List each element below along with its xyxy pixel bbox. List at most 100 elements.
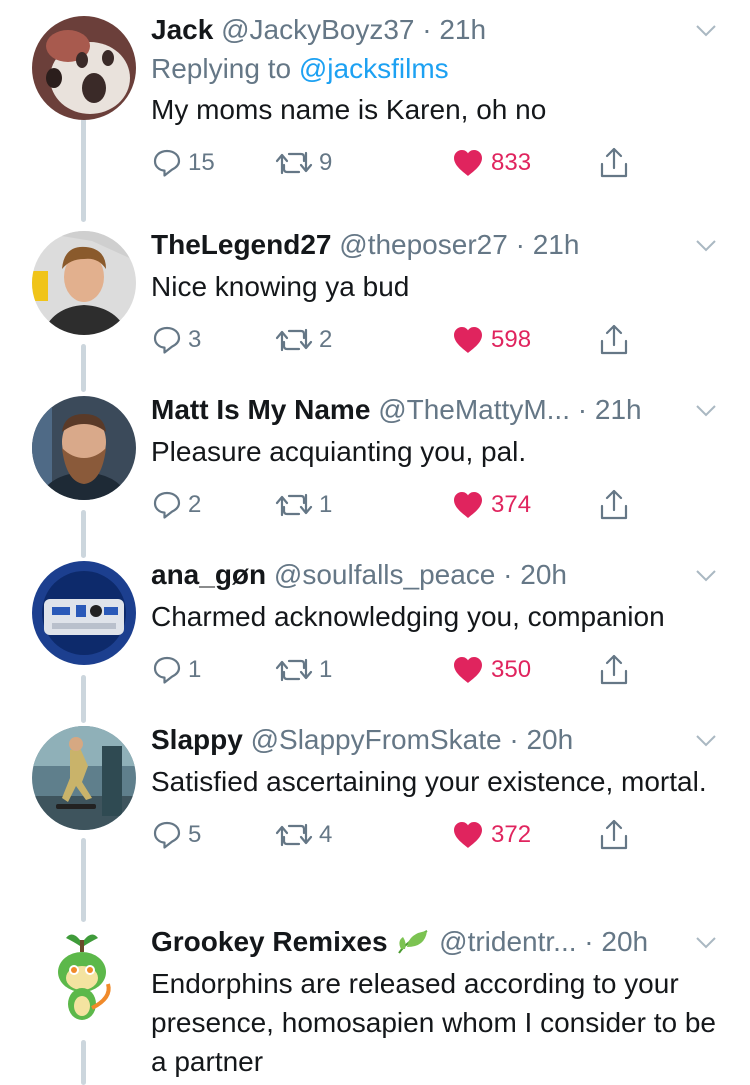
like-count: 374	[491, 491, 532, 518]
avatar[interactable]	[32, 16, 136, 120]
display-name[interactable]: TheLegend27	[151, 229, 331, 260]
retweet-count: 2	[319, 326, 333, 353]
share-icon	[600, 819, 628, 850]
user-handle[interactable]: @SlappyFromSkate	[251, 724, 502, 755]
action-bar: 3 2 598	[151, 320, 720, 360]
avatar[interactable]	[32, 928, 136, 1032]
chevron-down-icon[interactable]	[692, 396, 720, 424]
reply-button[interactable]: 15	[151, 143, 215, 183]
reply-button[interactable]: 3	[151, 320, 201, 360]
young-man-avatar	[32, 231, 136, 335]
user-handle[interactable]: @tridentr...	[439, 926, 576, 957]
like-button[interactable]: 350	[451, 650, 531, 690]
tweet-text: Nice knowing ya bud	[151, 271, 410, 302]
action-bar: 1 1 350	[151, 650, 720, 690]
like-count: 833	[491, 149, 532, 176]
display-name[interactable]: Grookey Remixes	[151, 926, 388, 957]
like-count: 350	[491, 656, 532, 683]
reply-button[interactable]: 2	[151, 485, 201, 525]
chevron-down-icon[interactable]	[692, 231, 720, 259]
tweet-text: Satisfied ascertaining your existence, m…	[151, 766, 707, 797]
display-name[interactable]: Slappy	[151, 724, 243, 755]
retweet-button[interactable]: 1	[274, 650, 332, 690]
display-name[interactable]: Matt Is My Name	[151, 394, 370, 425]
retweet-count: 1	[319, 656, 333, 683]
user-handle[interactable]: @TheMattyM...	[378, 394, 570, 425]
like-button[interactable]: 374	[451, 485, 531, 525]
r2d2-avatar	[32, 561, 136, 665]
share-button[interactable]	[597, 650, 631, 690]
share-button[interactable]	[597, 320, 631, 360]
like-button[interactable]: 372	[451, 815, 531, 855]
skater-avatar	[32, 726, 136, 830]
separator-dot: ·	[422, 14, 432, 45]
separator-dot: ·	[577, 394, 588, 425]
chevron-down-icon[interactable]	[692, 561, 720, 589]
share-icon	[600, 654, 628, 685]
timestamp[interactable]: 20h	[601, 926, 648, 957]
display-name[interactable]: ana_gøn	[151, 559, 266, 590]
reply-icon	[153, 821, 181, 849]
heart-icon	[454, 150, 482, 176]
tweet-text: Pleasure acquianting you, pal.	[151, 436, 527, 467]
chevron-down-icon[interactable]	[692, 726, 720, 754]
retweet-button[interactable]: 2	[274, 320, 332, 360]
reply-icon	[153, 491, 181, 519]
retweet-button[interactable]: 1	[274, 485, 332, 525]
retweet-count: 9	[319, 149, 333, 176]
display-name[interactable]: Jack	[151, 14, 213, 45]
separator-dot: ·	[509, 724, 519, 755]
retweet-count: 1	[319, 491, 333, 518]
retweet-button[interactable]: 9	[274, 143, 332, 183]
user-handle[interactable]: @theposer27	[339, 229, 508, 260]
mention-link[interactable]: @jacksfilms	[299, 53, 449, 84]
thread-line	[81, 344, 86, 392]
tweet-text: Charmed acknowledging you, companion	[151, 601, 665, 632]
share-icon	[600, 147, 628, 178]
user-handle[interactable]: @soulfalls_peace	[274, 559, 495, 590]
reply-count: 15	[188, 149, 215, 176]
chevron-down-icon[interactable]	[692, 928, 720, 956]
reply-icon	[153, 149, 181, 177]
reply-count: 3	[188, 326, 202, 353]
timestamp[interactable]: 21h	[439, 14, 486, 45]
leaf-emoji-icon	[398, 930, 428, 954]
separator-dot: ·	[584, 926, 594, 957]
retweet-icon	[275, 493, 313, 517]
like-count: 598	[491, 326, 532, 353]
avatar[interactable]	[32, 561, 136, 665]
separator-dot: ·	[503, 559, 513, 590]
timestamp[interactable]: 21h	[595, 394, 642, 425]
reply-button[interactable]: 5	[151, 815, 201, 855]
reply-count: 1	[188, 656, 202, 683]
like-button[interactable]: 833	[451, 143, 531, 183]
user-handle[interactable]: @JackyBoyz37	[221, 14, 414, 45]
tweet-text: Endorphins are released according to you…	[151, 968, 716, 1077]
thread-line	[81, 118, 86, 222]
avatar[interactable]	[32, 231, 136, 335]
heart-icon	[454, 657, 482, 683]
reply-icon	[153, 326, 181, 354]
timestamp[interactable]: 20h	[526, 724, 573, 755]
avatar[interactable]	[32, 726, 136, 830]
chevron-down-icon[interactable]	[692, 16, 720, 44]
share-icon	[600, 489, 628, 520]
like-button[interactable]: 598	[451, 320, 531, 360]
share-button[interactable]	[597, 815, 631, 855]
retweet-icon	[275, 151, 313, 175]
thread-line	[81, 1040, 86, 1085]
thread-line	[81, 510, 86, 558]
retweet-button[interactable]: 4	[274, 815, 332, 855]
retweet-icon	[275, 823, 313, 847]
thread-line	[81, 838, 86, 922]
separator-dot: ·	[515, 229, 525, 260]
timestamp[interactable]: 20h	[520, 559, 567, 590]
avatar[interactable]	[32, 396, 136, 500]
timestamp[interactable]: 21h	[533, 229, 580, 260]
tweet-text: My moms name is Karen, oh no	[151, 94, 547, 125]
like-count: 372	[491, 821, 532, 848]
share-button[interactable]	[597, 485, 631, 525]
reply-button[interactable]: 1	[151, 650, 201, 690]
heart-icon	[454, 822, 482, 848]
share-button[interactable]	[597, 143, 631, 183]
